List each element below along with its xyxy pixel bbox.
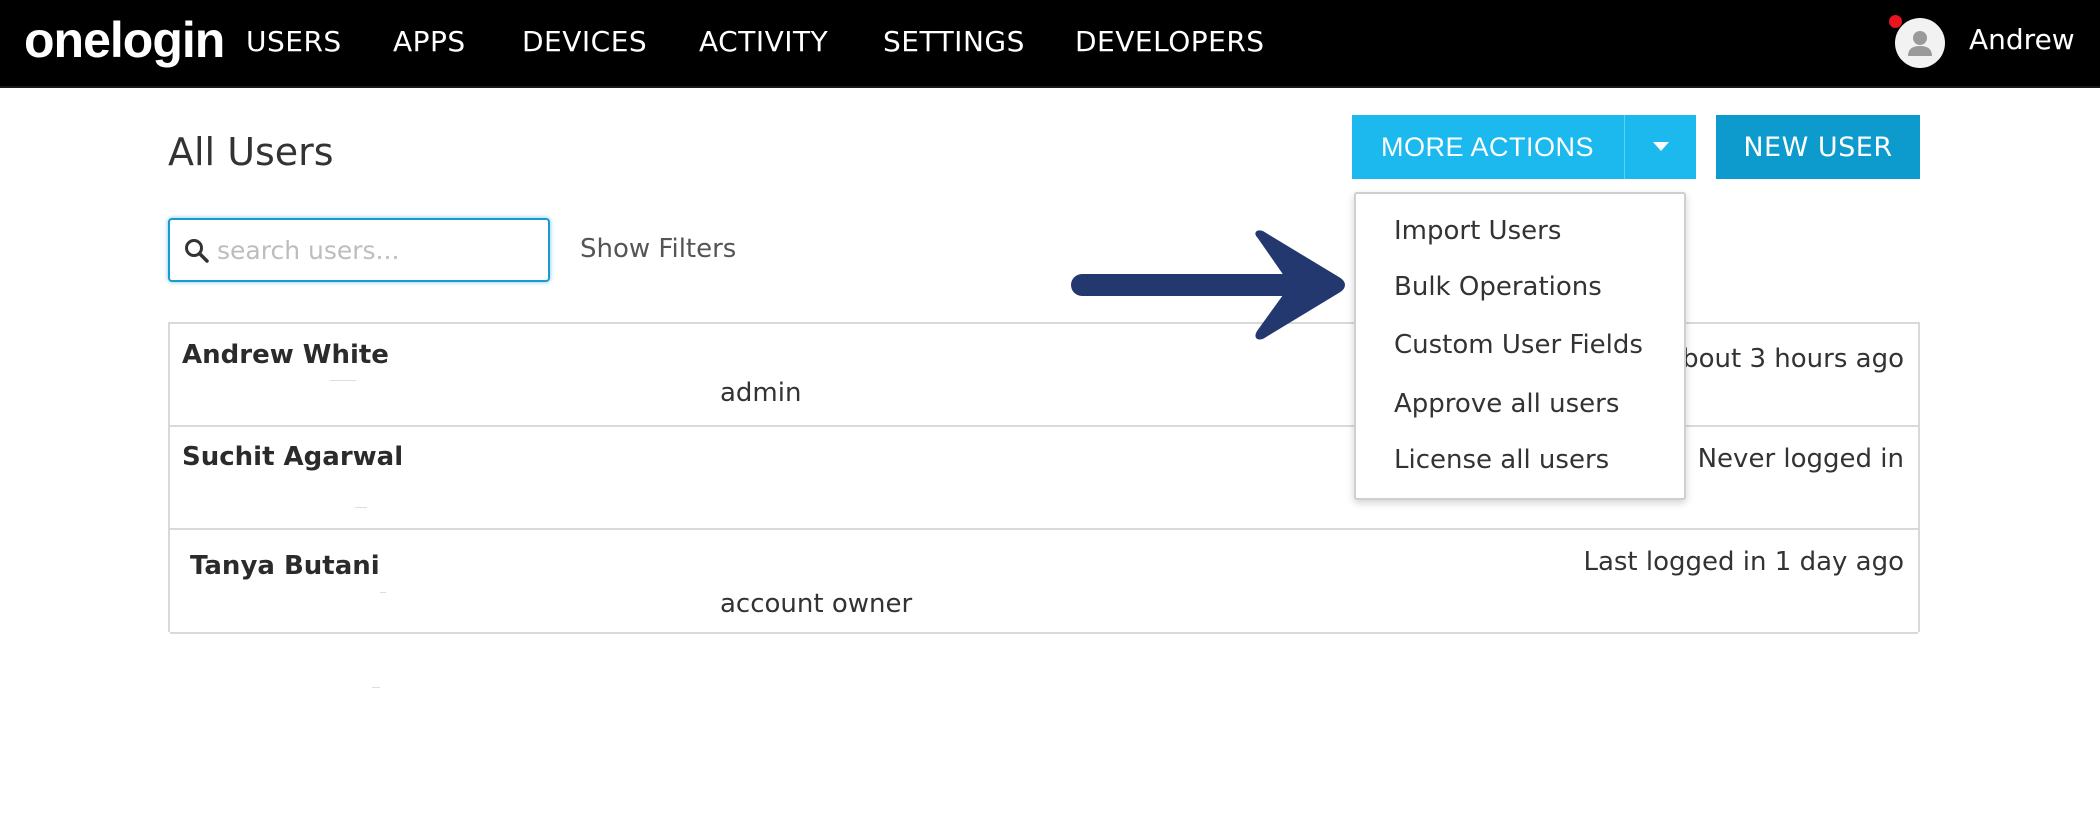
more-actions-separator [1624, 115, 1625, 179]
new-user-button[interactable]: NEW USER [1716, 115, 1920, 179]
menu-item-custom-user-fields[interactable]: Custom User Fields [1394, 326, 1643, 364]
nav-developers[interactable]: DEVELOPERS [1075, 22, 1265, 62]
redacted-email [380, 592, 386, 593]
user-role: account owner [720, 589, 913, 619]
menu-item-license-all-users[interactable]: License all users [1394, 441, 1609, 479]
user-role: admin [720, 378, 802, 408]
user-last-login: bout 3 hours ago [1682, 344, 1904, 374]
more-actions-button[interactable]: MORE ACTIONS [1352, 115, 1696, 179]
nav-devices[interactable]: DEVICES [522, 22, 647, 62]
menu-item-import-users[interactable]: Import Users [1394, 212, 1561, 250]
user-avatar-icon[interactable] [1895, 18, 1945, 68]
nav-users[interactable]: USERS [246, 22, 342, 62]
search-input[interactable] [217, 232, 537, 268]
menu-item-approve-all-users[interactable]: Approve all users [1394, 385, 1619, 423]
user-name[interactable]: Andrew White [182, 337, 389, 373]
menu-item-bulk-operations[interactable]: Bulk Operations [1394, 268, 1602, 306]
show-filters-link[interactable]: Show Filters [580, 230, 736, 268]
nav-activity[interactable]: ACTIVITY [699, 22, 828, 62]
user-last-login: Never logged in [1697, 444, 1904, 474]
nav-apps[interactable]: APPS [393, 22, 466, 62]
search-box[interactable] [168, 218, 550, 282]
search-icon [185, 239, 209, 263]
more-actions-menu: Import Users Bulk Operations Custom User… [1354, 192, 1686, 500]
pointer-arrow-icon [1071, 230, 1345, 340]
table-row[interactable]: Tanya Butani account owner Last logged i… [170, 530, 1918, 634]
caret-down-icon[interactable] [1653, 142, 1669, 151]
notification-dot-icon [1889, 15, 1902, 28]
user-menu-name[interactable]: Andrew [1969, 20, 2075, 60]
user-name[interactable]: Suchit Agarwal [182, 439, 403, 475]
redacted-email [330, 380, 356, 381]
user-name[interactable]: Tanya Butani [190, 548, 380, 584]
user-last-login: Last logged in 1 day ago [1583, 547, 1904, 577]
redacted-text [372, 687, 380, 688]
more-actions-label: MORE ACTIONS [1381, 132, 1595, 162]
onelogin-logo[interactable]: onelogin [24, 8, 225, 72]
redacted-email [355, 507, 367, 508]
top-nav-bar: onelogin USERS APPS DEVICES ACTIVITY SET… [0, 0, 2100, 88]
page-title: All Users [168, 130, 334, 174]
nav-settings[interactable]: SETTINGS [883, 22, 1025, 62]
